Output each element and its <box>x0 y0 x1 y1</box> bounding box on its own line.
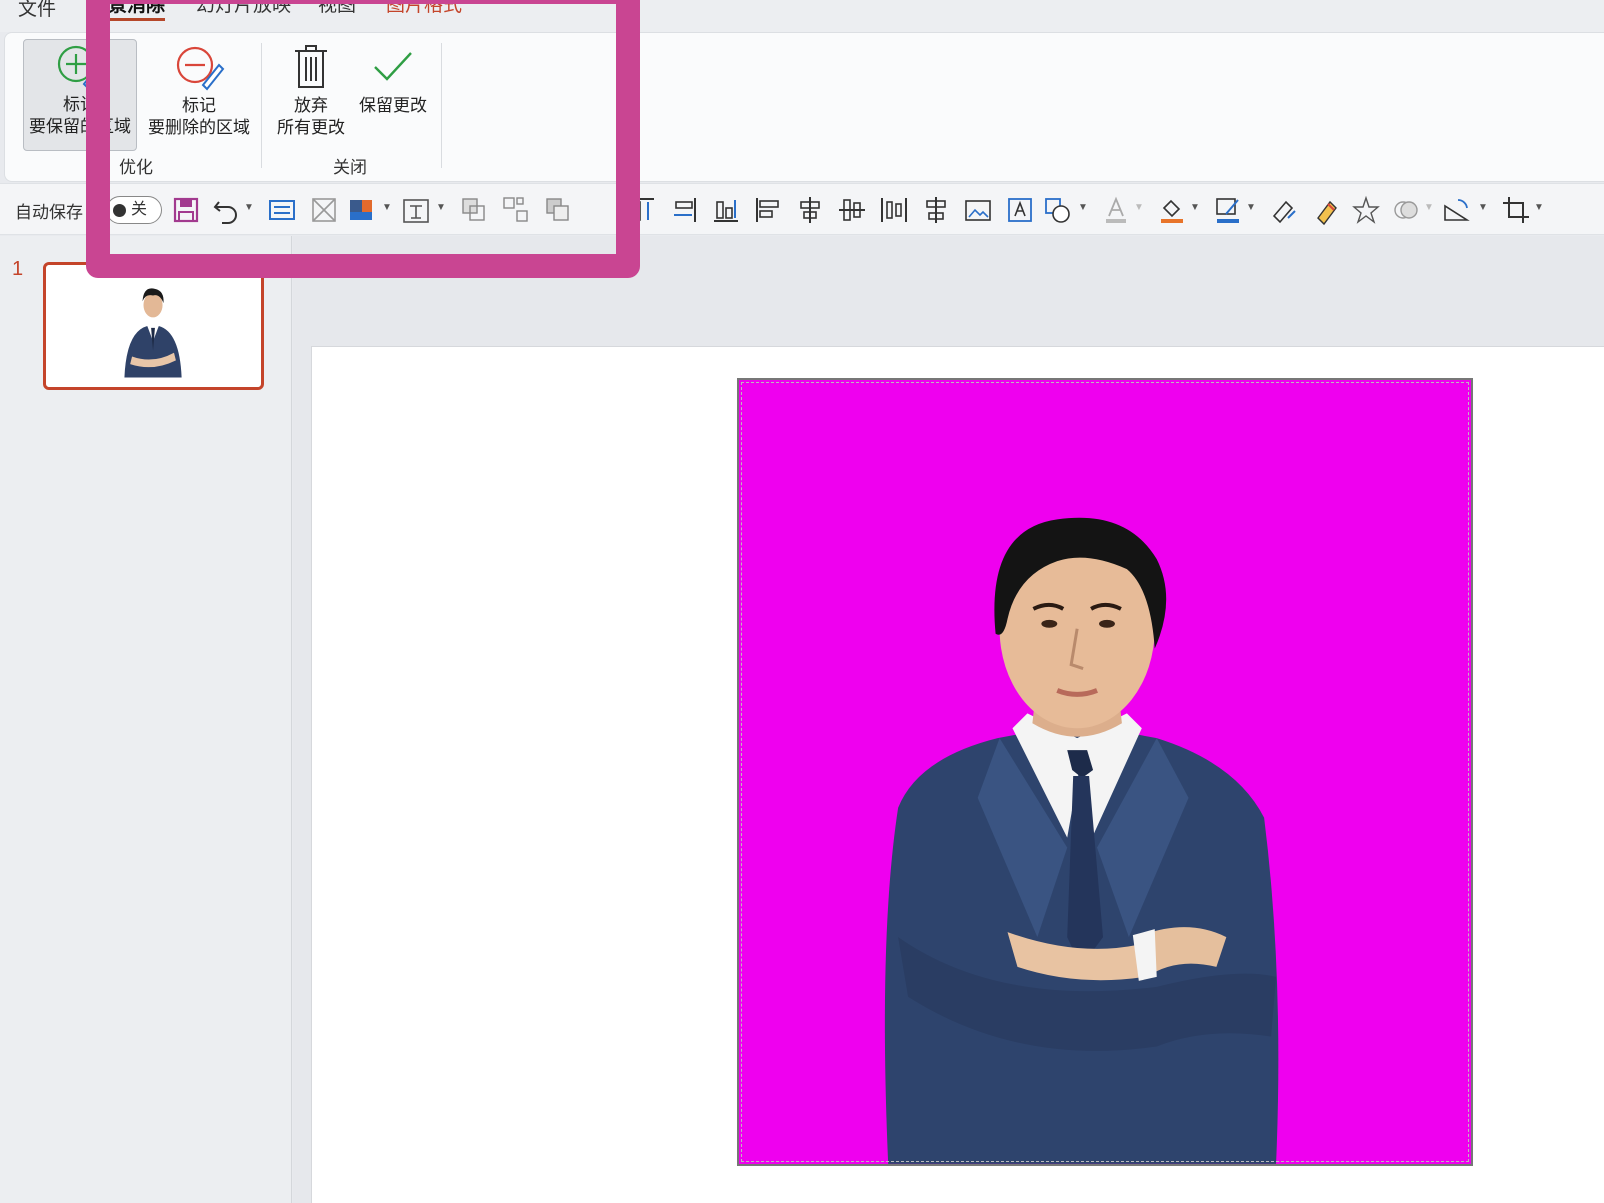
chevron-down-icon[interactable]: ▼ <box>1478 202 1488 213</box>
align-right-icon[interactable] <box>668 194 700 226</box>
chevron-down-icon[interactable]: ▼ <box>1534 202 1544 213</box>
tab-view[interactable]: 视图 <box>318 0 356 18</box>
discard-label-1: 放弃 <box>294 96 328 115</box>
bring-forward-icon[interactable] <box>458 194 490 226</box>
minus-pencil-icon <box>176 46 225 91</box>
chevron-down-icon[interactable]: ▼ <box>244 202 254 213</box>
shapes-icon[interactable] <box>1042 194 1074 226</box>
placeholder-box-icon[interactable] <box>308 194 340 226</box>
tab-file[interactable]: 文件 <box>18 0 56 22</box>
mark-remove-label-2: 要删除的区域 <box>148 118 250 137</box>
shape-outline-icon[interactable] <box>1212 194 1244 226</box>
mark-keep-label-2: 要保留的区域 <box>29 117 131 136</box>
align-bottom-icon[interactable] <box>710 194 742 226</box>
mark-remove-label-1: 标记 <box>182 96 216 115</box>
align-top-icon[interactable] <box>626 194 658 226</box>
merge-shapes-icon[interactable] <box>1390 194 1422 226</box>
group-label-refine: 优化 <box>119 158 153 177</box>
tab-background-removal[interactable]: 景消除 <box>108 0 166 21</box>
quick-style-icon[interactable] <box>1268 194 1300 226</box>
autosave-label: 自动保存 <box>15 203 83 222</box>
mark-keep-label-1: 标记 <box>63 95 97 114</box>
save-icon[interactable] <box>170 194 202 226</box>
shape-fill-icon[interactable] <box>1156 194 1188 226</box>
font-color-icon[interactable] <box>1100 194 1132 226</box>
mark-keep-area-button[interactable]: 标记 要保留的区域 <box>23 39 137 151</box>
chevron-down-icon[interactable]: ▼ <box>436 202 446 213</box>
portrait-image <box>739 380 1471 1164</box>
color-fill-icon[interactable] <box>346 194 378 226</box>
rotate-icon[interactable] <box>1440 194 1472 226</box>
keep-changes-label: 保留更改 <box>359 96 427 115</box>
slide-thumbnail[interactable] <box>43 262 264 390</box>
slide-number: 1 <box>12 258 24 280</box>
effects-star-icon[interactable] <box>1350 194 1382 226</box>
menu-bar: 文件 景消除 幻灯片放映 视图 图片格式 <box>0 0 1604 32</box>
tab-slideshow[interactable]: 幻灯片放映 <box>196 0 291 18</box>
distribute-horizontal-icon[interactable] <box>878 194 910 226</box>
background-removal-picture[interactable] <box>737 378 1473 1166</box>
format-painter-icon[interactable] <box>1310 194 1342 226</box>
distribute-vertical-icon[interactable] <box>920 194 952 226</box>
discard-all-changes-button[interactable]: 放弃 所有更改 <box>273 41 349 139</box>
undo-icon[interactable] <box>210 194 242 226</box>
text-direction-icon[interactable] <box>400 194 432 226</box>
keep-changes-button[interactable]: 保留更改 <box>355 41 431 117</box>
group-objects-icon[interactable] <box>500 194 532 226</box>
group-separator <box>261 43 262 168</box>
chevron-down-icon[interactable]: ▼ <box>1424 202 1434 213</box>
group-label-close: 关闭 <box>333 158 367 177</box>
group-separator <box>441 43 442 168</box>
ribbon: 标记 要保留的区域 标记 要删除的区域 优化 放弃 所有更改 保留更改 关闭 <box>4 32 1604 182</box>
crop-icon[interactable] <box>1500 194 1532 226</box>
send-backward-icon[interactable] <box>542 194 574 226</box>
align-middle-icon[interactable] <box>836 194 868 226</box>
picture-icon[interactable] <box>962 194 994 226</box>
chevron-down-icon[interactable]: ▼ <box>1190 202 1200 213</box>
discard-label-2: 所有更改 <box>277 118 345 137</box>
text-box-icon[interactable] <box>1004 194 1036 226</box>
trash-icon <box>295 45 327 88</box>
thumbnail-portrait-image <box>48 265 259 387</box>
form-icon[interactable] <box>266 194 298 226</box>
slide-thumbnail-panel: 1 <box>0 236 292 1203</box>
tab-picture-format[interactable]: 图片格式 <box>386 0 462 18</box>
align-left-icon[interactable] <box>752 194 784 226</box>
autosave-toggle[interactable]: 关 <box>106 196 162 224</box>
chevron-down-icon[interactable]: ▼ <box>1078 202 1088 213</box>
chevron-down-icon[interactable]: ▼ <box>1246 202 1256 213</box>
chevron-down-icon[interactable]: ▼ <box>382 202 392 213</box>
align-center-icon[interactable] <box>794 194 826 226</box>
quick-access-toolbar: 自动保存 关 ▼ ▼ ▼ ▼ ▼ ▼ ▼ ▼ ▼ ▼ <box>0 183 1604 235</box>
chevron-down-icon[interactable]: ▼ <box>1134 202 1144 213</box>
plus-pencil-icon <box>57 45 106 90</box>
mark-remove-area-button[interactable]: 标记 要删除的区域 <box>141 41 257 139</box>
checkmark-icon <box>374 52 412 81</box>
